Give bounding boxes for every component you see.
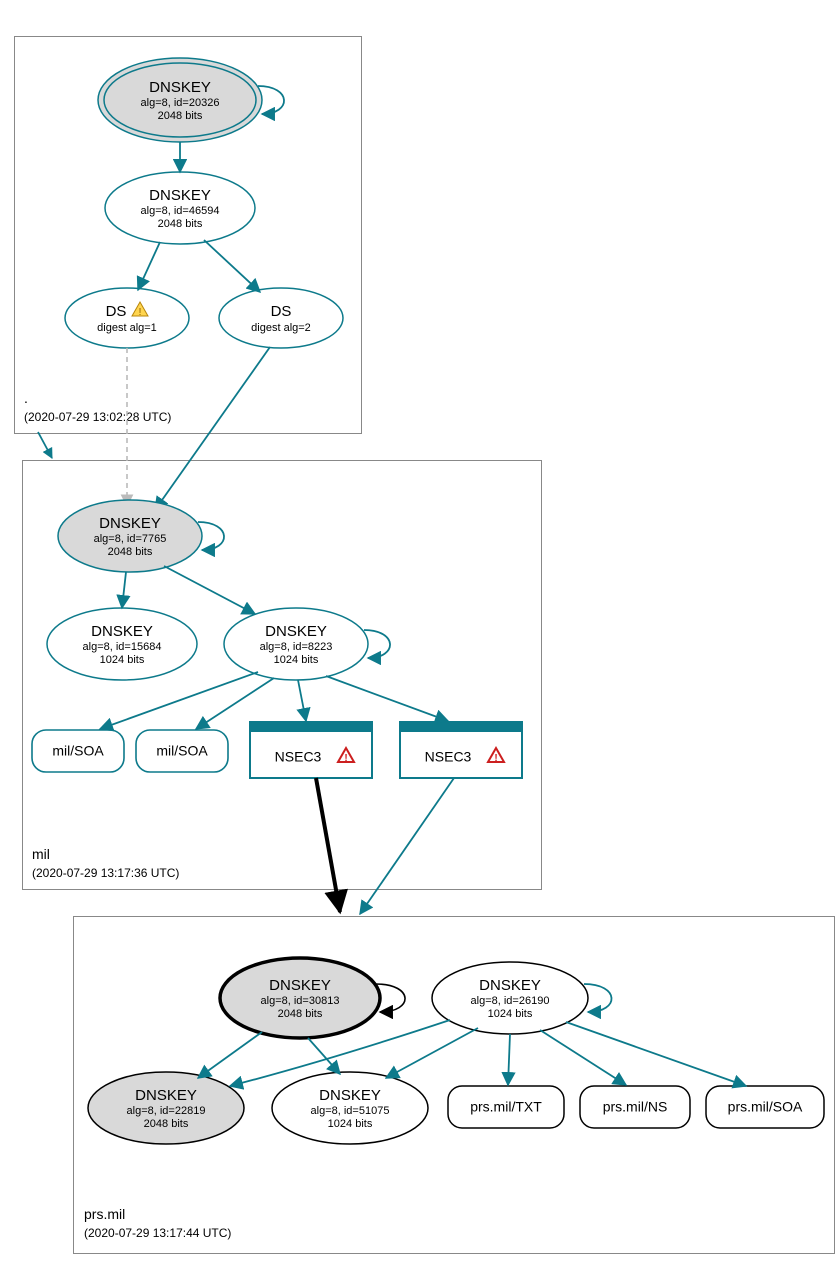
edge-root-to-mil-thick [38,432,52,458]
svg-text:alg=8, id=51075: alg=8, id=51075 [311,1105,390,1117]
svg-text:digest alg=2: digest alg=2 [251,322,311,334]
svg-text:alg=8, id=8223: alg=8, id=8223 [260,641,333,653]
svg-text:prs.mil/SOA: prs.mil/SOA [728,1099,803,1115]
prs-txt-node: prs.mil/TXT [448,1086,564,1128]
prs-zsk-node: DNSKEY alg=8, id=26190 1024 bits [432,962,588,1034]
svg-text:DNSKEY: DNSKEY [149,79,211,96]
svg-text:DNSKEY: DNSKEY [135,1087,197,1104]
svg-text:DNSKEY: DNSKEY [91,623,153,640]
edge-root-zsk-ds2 [204,240,260,292]
svg-text:1024 bits: 1024 bits [274,654,319,666]
svg-text:1024 bits: 1024 bits [100,654,145,666]
svg-text:alg=8, id=26190: alg=8, id=26190 [471,995,550,1007]
prs-ns-node: prs.mil/NS [580,1086,690,1128]
svg-text:DNSKEY: DNSKEY [265,623,327,640]
edge-mil-to-prs-thick [316,778,340,912]
edge-mil-zsk2-nsec1 [298,680,306,721]
mil-ksk-node: DNSKEY alg=8, id=7765 2048 bits [58,500,202,572]
edge-mil-zsk2-nsec2 [326,676,448,721]
svg-text:DNSKEY: DNSKEY [149,187,211,204]
root-zsk-node: DNSKEY alg=8, id=46594 2048 bits [105,172,255,244]
svg-text:1024 bits: 1024 bits [328,1118,373,1130]
svg-text:2048 bits: 2048 bits [144,1118,189,1130]
svg-text:!: ! [139,307,142,318]
svg-text:prs.mil/NS: prs.mil/NS [603,1099,668,1115]
svg-text:2048 bits: 2048 bits [108,546,153,558]
mil-nsec1-node: NSEC3 ! [250,722,372,778]
diagram-canvas: DNSKEY alg=8, id=20326 2048 bits DNSKEY … [0,0,839,1270]
svg-text:!: ! [494,753,497,764]
svg-text:NSEC3: NSEC3 [275,749,322,765]
svg-text:DNSKEY: DNSKEY [99,515,161,532]
edge-ds2-to-mil-ksk [155,347,270,510]
mil-zsk1-node: DNSKEY alg=8, id=15684 1024 bits [47,608,197,680]
svg-text:alg=8, id=30813: alg=8, id=30813 [261,995,340,1007]
svg-text:DS: DS [106,303,127,320]
root-ds2-node: DS digest alg=2 [219,288,343,348]
prs-soa-node: prs.mil/SOA [706,1086,824,1128]
svg-text:alg=8, id=7765: alg=8, id=7765 [94,533,167,545]
mil-nsec2-node: NSEC3 ! [400,722,522,778]
svg-text:alg=8, id=22819: alg=8, id=22819 [127,1105,206,1117]
mil-soa2-node: mil/SOA [136,730,228,772]
edge-prs-zsk-soa [566,1022,746,1086]
svg-text:alg=8, id=15684: alg=8, id=15684 [83,641,162,653]
svg-text:DNSKEY: DNSKEY [319,1087,381,1104]
prs-dk3-node: DNSKEY alg=8, id=22819 2048 bits [88,1072,244,1144]
mil-zsk2-node: DNSKEY alg=8, id=8223 1024 bits [224,608,368,680]
svg-text:digest alg=1: digest alg=1 [97,322,157,334]
svg-text:DNSKEY: DNSKEY [479,977,541,994]
svg-text:!: ! [344,753,347,764]
edge-mil-ksk-zsk2 [164,566,255,614]
svg-text:mil/SOA: mil/SOA [156,743,208,759]
svg-text:2048 bits: 2048 bits [278,1008,323,1020]
svg-text:DNSKEY: DNSKEY [269,977,331,994]
edge-prs-zsk-txt [508,1034,510,1085]
edge-mil-ksk-zsk1 [122,572,126,608]
svg-text:mil/SOA: mil/SOA [52,743,104,759]
svg-text:alg=8, id=46594: alg=8, id=46594 [141,205,220,217]
svg-text:alg=8, id=20326: alg=8, id=20326 [141,97,220,109]
root-ksk-node: DNSKEY alg=8, id=20326 2048 bits [98,58,262,142]
edge-prs-ksk-dk3 [198,1032,262,1078]
edge-root-zsk-ds1 [138,242,160,290]
svg-text:NSEC3: NSEC3 [425,749,472,765]
prs-ksk-node: DNSKEY alg=8, id=30813 2048 bits [220,958,380,1038]
svg-text:2048 bits: 2048 bits [158,110,203,122]
root-ds1-node: DS digest alg=1 ! [65,288,189,348]
svg-text:DS: DS [271,303,292,320]
edge-nsec2-to-prs [360,778,454,914]
svg-text:prs.mil/TXT: prs.mil/TXT [470,1099,542,1115]
mil-soa1-node: mil/SOA [32,730,124,772]
prs-dk4-node: DNSKEY alg=8, id=51075 1024 bits [272,1072,428,1144]
svg-text:2048 bits: 2048 bits [158,218,203,230]
svg-text:1024 bits: 1024 bits [488,1008,533,1020]
